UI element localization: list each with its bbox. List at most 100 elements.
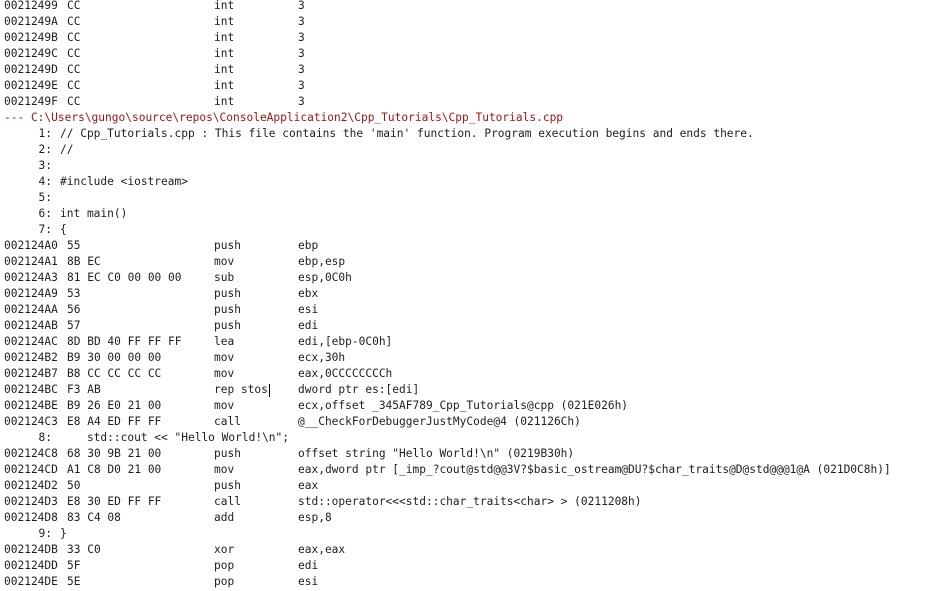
source-line-number: 2: xyxy=(38,143,52,156)
source-line[interactable]: 6: int main() xyxy=(4,206,940,222)
instruction-bytes: CC xyxy=(67,0,81,12)
instruction-line[interactable]: 0021249D CC int 3 xyxy=(4,62,940,78)
instruction-line[interactable]: 002124C8 68 30 9B 21 00 push offset string … xyxy=(4,446,940,462)
source-code: #include <iostream> xyxy=(60,175,188,188)
instruction-line[interactable]: 002124B7 B8 CC CC CC CC mov eax,0CCCCCCCCh xyxy=(4,366,940,382)
instruction-bytes: F3 AB xyxy=(67,383,101,396)
source-line[interactable]: 8: std::cout << "Hello World!\n"; xyxy=(4,430,940,446)
instruction-bytes: 5E xyxy=(67,575,81,588)
source-line[interactable]: 5: xyxy=(4,190,940,206)
instruction-line[interactable]: 002124B2 B9 30 00 00 00 mov ecx,30h xyxy=(4,350,940,366)
instruction-address: 002124B7 xyxy=(4,367,58,380)
instruction-mnemonic: rep stos xyxy=(214,383,268,396)
source-line[interactable]: 2: // xyxy=(4,142,940,158)
source-line[interactable]: 7: { xyxy=(4,222,940,238)
instruction-mnemonic: int xyxy=(214,0,235,12)
text-caret xyxy=(269,384,270,397)
source-line[interactable]: 3: xyxy=(4,158,940,174)
source-code: { xyxy=(60,223,67,236)
source-line[interactable]: 9:} xyxy=(4,526,940,542)
instruction-mnemonic: add xyxy=(214,511,235,524)
source-line[interactable]: 1: // Cpp_Tutorials.cpp : This file conta… xyxy=(4,126,940,142)
instruction-operands: @__CheckForDebuggerJustMyCode@4 (021126C… xyxy=(298,415,581,428)
instruction-line[interactable]: 002124BE B9 26 E0 21 00 mov ecx,offset _345… xyxy=(4,398,940,414)
source-file-header[interactable]: --- C:\Users\gungo\source\repos\ConsoleA… xyxy=(4,110,940,126)
instruction-line[interactable]: 0021249F CC int 3 xyxy=(4,94,940,110)
instruction-operands: esp,8 xyxy=(298,511,332,524)
instruction-line[interactable]: 002124DD 5F pop edi xyxy=(4,558,940,574)
instruction-address: 0021249B xyxy=(4,31,58,44)
instruction-operands: 3 xyxy=(298,79,305,92)
instruction-line[interactable]: 002124D8 83 C4 08 add esp,8 xyxy=(4,510,940,526)
instruction-line[interactable]: 002124AB 57 push edi xyxy=(4,318,940,334)
instruction-operands: ebp,esp xyxy=(298,255,346,268)
instruction-line[interactable]: 002124D2 50 push eax xyxy=(4,478,940,494)
instruction-operands: eax xyxy=(298,479,319,492)
instruction-line[interactable]: 002124A9 53 push ebx xyxy=(4,286,940,302)
instruction-bytes: CC xyxy=(67,31,81,44)
instruction-operands: 3 xyxy=(298,63,305,76)
instruction-line[interactable]: 002124AC 8D BD 40 FF FF FF lea edi,[ebp-0C0… xyxy=(4,334,940,350)
instruction-operands: ebp xyxy=(298,239,319,252)
instruction-operands: esp,0C0h xyxy=(298,271,352,284)
instruction-line[interactable]: 002124D3 E8 30 ED FF FF call std::operator<… xyxy=(4,494,940,510)
instruction-address: 002124AB xyxy=(4,319,58,332)
instruction-mnemonic: sub xyxy=(214,271,235,284)
instruction-mnemonic: int xyxy=(214,63,235,76)
instruction-mnemonic: push xyxy=(214,303,241,316)
instruction-operands: eax,0CCCCCCCCh xyxy=(298,367,393,380)
instruction-line[interactable]: 002124A0 55 push ebp xyxy=(4,238,940,254)
instruction-address: 002124D8 xyxy=(4,511,58,524)
instruction-line[interactable]: 00212499 CC int 3 xyxy=(4,0,940,14)
instruction-mnemonic: int xyxy=(214,31,235,44)
instruction-mnemonic: mov xyxy=(214,367,235,380)
instruction-address: 002124CD xyxy=(4,463,58,476)
instruction-bytes: 83 C4 08 xyxy=(67,511,121,524)
instruction-address: 002124A0 xyxy=(4,239,58,252)
instruction-line[interactable]: 002124BC F3 AB rep stos dword ptr es:[edi] xyxy=(4,382,940,398)
instruction-operands: 3 xyxy=(298,95,305,108)
instruction-mnemonic: int xyxy=(214,47,235,60)
instruction-address: 0021249C xyxy=(4,47,58,60)
source-line-number: 1: xyxy=(38,127,52,140)
instruction-bytes: B9 26 E0 21 00 xyxy=(67,399,162,412)
instruction-bytes: 8D BD 40 FF FF FF xyxy=(67,335,182,348)
disassembly-window[interactable]: 00212499 CC int 3 0021249A CC int 3 0021249B CC in… xyxy=(0,0,940,591)
instruction-line[interactable]: 002124CD A1 C8 D0 21 00 mov eax,dword ptr [… xyxy=(4,462,940,478)
instruction-operands: ecx,30h xyxy=(298,351,346,364)
source-line-number: 5: xyxy=(38,191,52,204)
instruction-mnemonic: push xyxy=(214,319,241,332)
instruction-line[interactable]: 0021249E CC int 3 xyxy=(4,78,940,94)
instruction-mnemonic: push xyxy=(214,287,241,300)
instruction-mnemonic: push xyxy=(214,447,241,460)
source-line[interactable]: 4: #include <iostream> xyxy=(4,174,940,190)
instruction-bytes: E8 30 ED FF FF xyxy=(67,495,162,508)
instruction-operands: esi xyxy=(298,303,319,316)
instruction-line[interactable]: 002124C3 E8 A4 ED FF FF call @__CheckForDeb… xyxy=(4,414,940,430)
instruction-operands: edi xyxy=(298,559,319,572)
instruction-bytes: 55 xyxy=(67,239,81,252)
instruction-bytes: CC xyxy=(67,15,81,28)
instruction-address: 002124BE xyxy=(4,399,58,412)
instruction-line[interactable]: 002124A1 8B EC mov ebp,esp xyxy=(4,254,940,270)
instruction-line[interactable]: 0021249A CC int 3 xyxy=(4,14,940,30)
source-line-number: 6: xyxy=(38,207,52,220)
instruction-mnemonic: xor xyxy=(214,543,235,556)
instruction-bytes: 5F xyxy=(67,559,81,572)
instruction-bytes: A1 C8 D0 21 00 xyxy=(67,463,162,476)
instruction-line[interactable]: 002124DE 5E pop esi xyxy=(4,574,940,590)
instruction-address: 002124C8 xyxy=(4,447,58,460)
instruction-line[interactable]: 0021249B CC int 3 xyxy=(4,30,940,46)
instruction-line[interactable]: 0021249C CC int 3 xyxy=(4,46,940,62)
instruction-operands: ecx,offset _345AF789_Cpp_Tutorials@cpp (… xyxy=(298,399,629,412)
instruction-line[interactable]: 002124AA 56 push esi xyxy=(4,302,940,318)
source-file-path: --- C:\Users\gungo\source\repos\ConsoleA… xyxy=(4,111,564,124)
instruction-line[interactable]: 002124A3 81 EC C0 00 00 00 sub esp,0C0h xyxy=(4,270,940,286)
instruction-address: 002124AC xyxy=(4,335,58,348)
instruction-mnemonic: int xyxy=(214,79,235,92)
instruction-operands: eax,eax xyxy=(298,543,346,556)
instruction-line[interactable]: 002124DB 33 C0 xor eax,eax xyxy=(4,542,940,558)
instruction-mnemonic: int xyxy=(214,95,235,108)
instruction-address: 002124AA xyxy=(4,303,58,316)
instruction-bytes: 8B EC xyxy=(67,255,101,268)
